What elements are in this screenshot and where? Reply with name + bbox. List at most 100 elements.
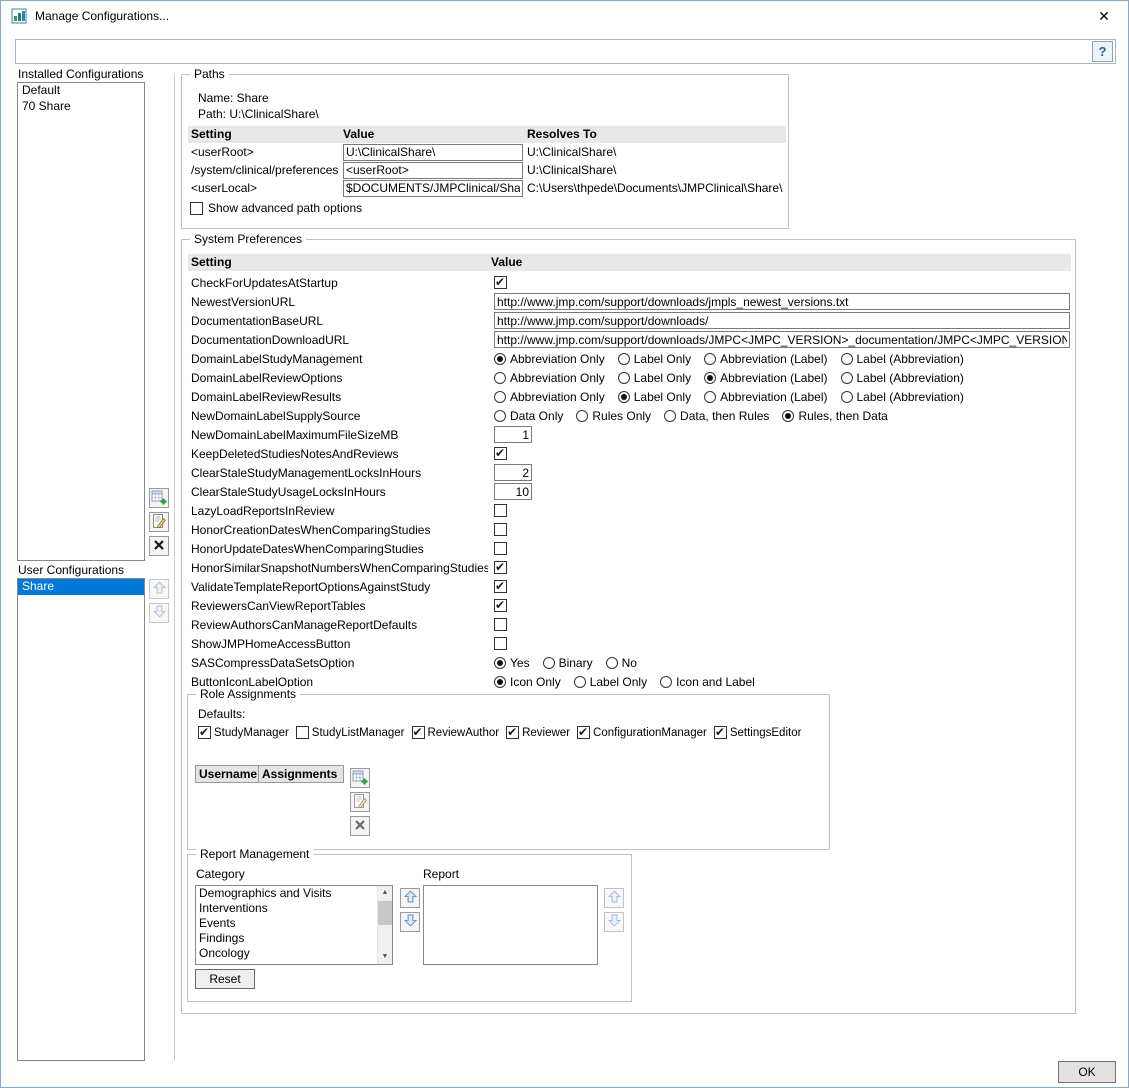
pref-value-cell: [488, 637, 1071, 650]
role-checkbox-option[interactable]: Reviewer: [506, 726, 570, 739]
pref-value-cell: [488, 276, 1071, 289]
pref-checkbox[interactable]: [494, 637, 507, 650]
category-move-up-button[interactable]: [400, 888, 420, 908]
app-icon: [11, 8, 27, 24]
pref-radio-option[interactable]: Abbreviation (Label): [704, 371, 827, 385]
scroll-thumb[interactable]: [378, 901, 392, 925]
role-checkbox-option[interactable]: ReviewAuthor: [412, 726, 500, 739]
category-item[interactable]: Demographics and Visits: [196, 886, 377, 901]
pref-text-input[interactable]: [494, 331, 1070, 348]
radio-icon: [618, 372, 630, 384]
delete-icon: [354, 819, 366, 834]
pref-radio-option[interactable]: Label (Abbreviation): [841, 390, 964, 404]
pref-radio-option[interactable]: Data, then Rules: [664, 409, 769, 423]
report-listbox[interactable]: [423, 885, 598, 965]
edit-configuration-button[interactable]: [149, 512, 169, 532]
pref-radio-option[interactable]: Data Only: [494, 409, 563, 423]
pref-radio-option[interactable]: Label (Abbreviation): [841, 352, 964, 366]
installed-configurations-list[interactable]: Default70 Share: [17, 82, 145, 561]
pref-radio-option[interactable]: Yes: [494, 656, 530, 670]
pref-radio-option[interactable]: No: [606, 656, 637, 670]
close-button[interactable]: ✕: [1090, 4, 1118, 28]
reset-button[interactable]: Reset: [195, 969, 255, 989]
role-checkbox-option[interactable]: SettingsEditor: [714, 726, 802, 739]
report-move-down-button[interactable]: [604, 912, 624, 932]
pref-checkbox[interactable]: [494, 618, 507, 631]
pref-checkbox[interactable]: [494, 504, 507, 517]
role-checkbox-option[interactable]: ConfigurationManager: [577, 726, 707, 739]
show-advanced-path-options[interactable]: Show advanced path options: [190, 201, 362, 215]
pref-setting-label: HonorCreationDatesWhenComparingStudies: [188, 523, 488, 537]
category-item[interactable]: Events: [196, 916, 377, 931]
radio-icon: [574, 676, 586, 688]
edit-role-assignment-button[interactable]: [350, 792, 370, 812]
pref-radio-option[interactable]: Rules Only: [576, 409, 651, 423]
installed-config-item[interactable]: Default: [18, 83, 144, 99]
pref-radio-option[interactable]: Icon Only: [494, 675, 561, 689]
category-item[interactable]: Oncology: [196, 946, 377, 961]
category-listbox[interactable]: Demographics and VisitsInterventionsEven…: [195, 885, 393, 965]
pref-checkbox[interactable]: [494, 599, 507, 612]
pref-radio-option[interactable]: Abbreviation Only: [494, 371, 605, 385]
pref-radio-option[interactable]: Icon and Label: [660, 675, 755, 689]
delete-configuration-button[interactable]: [149, 536, 169, 556]
pref-number-input[interactable]: [494, 464, 532, 481]
help-button[interactable]: ?: [1092, 41, 1113, 62]
pref-checkbox[interactable]: [494, 580, 507, 593]
role-checkbox-option[interactable]: StudyListManager: [296, 726, 405, 739]
pref-radio-option[interactable]: Label Only: [574, 675, 647, 689]
scroll-up-icon[interactable]: ▲: [378, 886, 392, 900]
pref-checkbox[interactable]: [494, 447, 507, 460]
pref-radio-option[interactable]: Label Only: [618, 371, 691, 385]
radio-icon: [841, 391, 853, 403]
pref-checkbox[interactable]: [494, 542, 507, 555]
pref-setting-label: CheckForUpdatesAtStartup: [188, 276, 488, 290]
pref-setting-label: NewDomainLabelSupplySource: [188, 409, 488, 423]
pref-radio-option[interactable]: Rules, then Data: [782, 409, 887, 423]
category-item[interactable]: Interventions: [196, 901, 377, 916]
pref-text-input[interactable]: [494, 293, 1070, 310]
pref-checkbox[interactable]: [494, 561, 507, 574]
pref-radio-option[interactable]: Abbreviation (Label): [704, 390, 827, 404]
pref-setting-label: SASCompressDataSetsOption: [188, 656, 488, 670]
delete-role-assignment-button[interactable]: [350, 816, 370, 836]
installed-configurations-label: Installed Configurations: [18, 67, 143, 81]
report-management-legend: Report Management: [196, 847, 313, 861]
move-user-config-down-button[interactable]: [149, 603, 169, 623]
path-value-input[interactable]: [343, 144, 523, 161]
category-scrollbar[interactable]: ▲ ▼: [377, 886, 392, 964]
pref-number-input[interactable]: [494, 426, 532, 443]
pref-text-input[interactable]: [494, 312, 1070, 329]
role-label: StudyListManager: [312, 727, 405, 739]
installed-config-item[interactable]: 70 Share: [18, 99, 144, 115]
pref-radio-option[interactable]: Binary: [543, 656, 593, 670]
user-configurations-label: User Configurations: [18, 563, 124, 577]
pref-radio-option[interactable]: Label (Abbreviation): [841, 371, 964, 385]
pref-radio-option[interactable]: Abbreviation Only: [494, 352, 605, 366]
category-move-down-button[interactable]: [400, 912, 420, 932]
pref-row: DomainLabelStudyManagementAbbreviation O…: [188, 349, 1071, 368]
ok-button[interactable]: OK: [1058, 1061, 1116, 1083]
user-config-item[interactable]: Share: [18, 579, 144, 595]
user-configurations-list[interactable]: Share: [17, 578, 145, 1061]
pref-value-cell: Abbreviation Only Label Only Abbreviation …: [488, 371, 1071, 385]
scroll-down-icon[interactable]: ▼: [378, 950, 392, 964]
add-role-assignment-button[interactable]: [350, 768, 370, 788]
pref-checkbox[interactable]: [494, 523, 507, 536]
pref-checkbox[interactable]: [494, 276, 507, 289]
pref-radio-option[interactable]: Abbreviation Only: [494, 390, 605, 404]
pref-radio-option[interactable]: Label Only: [618, 352, 691, 366]
pref-number-input[interactable]: [494, 483, 532, 500]
category-item[interactable]: Findings: [196, 931, 377, 946]
move-user-config-up-button[interactable]: [149, 579, 169, 599]
path-value-input[interactable]: [343, 180, 523, 197]
pref-radio-option[interactable]: Label Only: [618, 390, 691, 404]
pref-radio-option[interactable]: Abbreviation (Label): [704, 352, 827, 366]
report-move-up-button[interactable]: [604, 888, 624, 908]
role-checkbox-option[interactable]: StudyManager: [198, 726, 289, 739]
pref-value-cell: [488, 618, 1071, 631]
path-value-input[interactable]: [343, 162, 523, 179]
pref-row: HonorSimilarSnapshotNumbersWhenComparing…: [188, 558, 1071, 577]
path-value-cell: [340, 180, 524, 197]
add-configuration-button[interactable]: [149, 488, 169, 508]
